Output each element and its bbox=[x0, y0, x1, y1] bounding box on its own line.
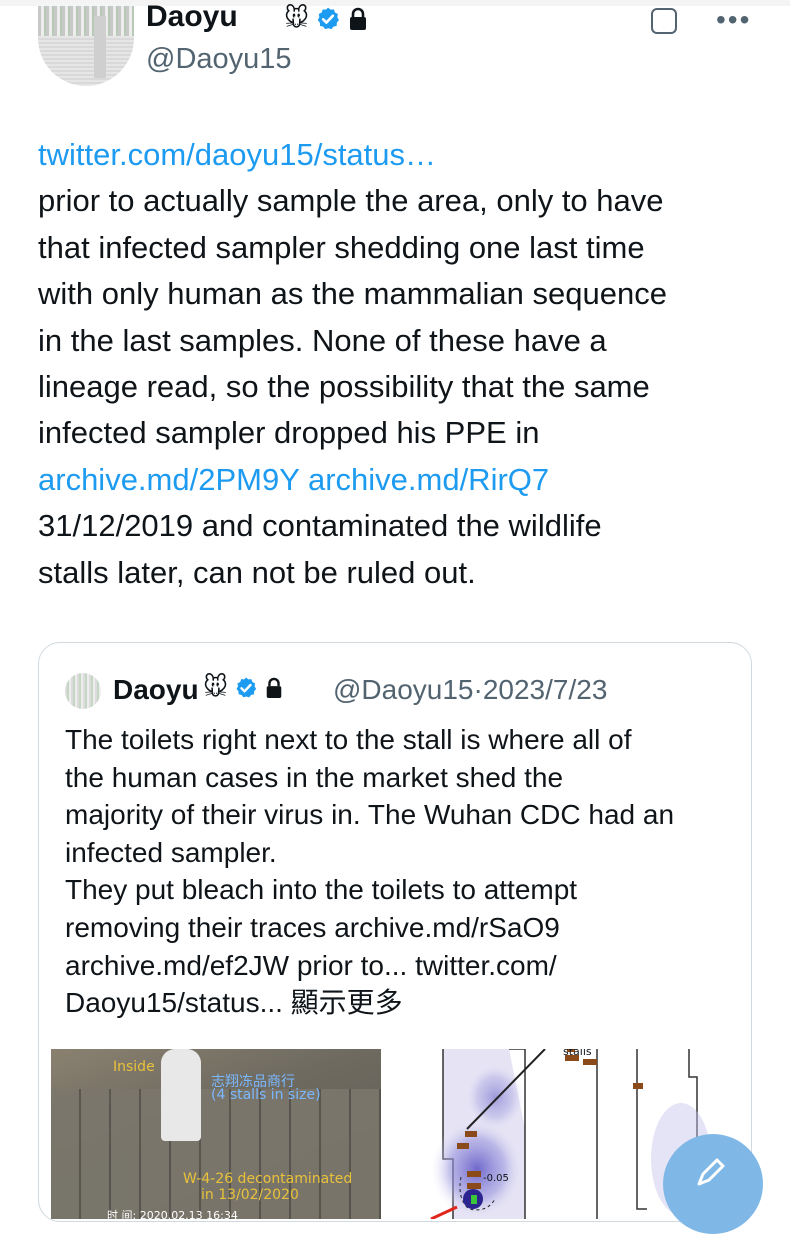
author-handle[interactable]: @Daoyu15 bbox=[146, 42, 292, 76]
mouse-emoji: 🐭 bbox=[284, 5, 310, 32]
photo-label-decon: W-4-26 decontaminated bbox=[183, 1171, 353, 1187]
mouse-emoji: 🐭 bbox=[203, 674, 229, 701]
grok-icon[interactable] bbox=[651, 8, 677, 34]
quoted-text-line: infected sampler. bbox=[65, 836, 277, 868]
author-avatar[interactable] bbox=[38, 6, 134, 86]
quoted-author-badges: 🐭 bbox=[203, 675, 284, 701]
post-header: Daoyu 🐭 @Daoyu15 ••• bbox=[0, 0, 790, 110]
post-link[interactable]: archive.md/2PM9Y bbox=[38, 462, 299, 497]
compose-button[interactable] bbox=[663, 1134, 763, 1234]
quoted-text-line: the human cases in the market shed the bbox=[65, 761, 564, 793]
post-link[interactable]: archive.md/RirQ7 bbox=[308, 462, 549, 497]
post-text-line: lineage read, so the possibility that th… bbox=[38, 364, 758, 410]
quoted-media[interactable]: Inside 志翔冻品商行 (4 stalls in size) W-4-26 … bbox=[51, 1049, 739, 1219]
post-text-segment: in the last samples. None of these have … bbox=[38, 322, 607, 358]
post-link[interactable]: twitter.com/daoyu15/status… bbox=[38, 137, 436, 172]
photo-label-size: (4 stalls in size) bbox=[211, 1087, 321, 1103]
post-text-line: in the last samples. None of these have … bbox=[38, 318, 758, 364]
post-text-segment: that infected sampler shedding one last … bbox=[38, 229, 645, 265]
quoted-separator: · bbox=[473, 674, 483, 705]
quoted-text-line: majority of their virus in. The Wuhan CD… bbox=[65, 799, 675, 831]
post-text: twitter.com/daoyu15/status… prior to actu… bbox=[38, 132, 758, 596]
quoted-text-line: Daoyu15/status... 顯示更多 bbox=[65, 987, 403, 1019]
quoted-author-handle: @Daoyu15 bbox=[333, 674, 474, 705]
post-text-line: infected sampler dropped his PPE in bbox=[38, 410, 758, 456]
quoted-author-avatar[interactable] bbox=[65, 673, 101, 709]
author-display-name[interactable]: Daoyu bbox=[146, 0, 238, 34]
quoted-meta: @Daoyu15·2023/7/23 bbox=[333, 673, 607, 707]
quoted-text-line: The toilets right next to the stall is w… bbox=[65, 724, 632, 755]
quoted-text: The toilets right next to the stall is w… bbox=[65, 721, 735, 1022]
lock-icon bbox=[350, 7, 367, 30]
post-text-segment bbox=[299, 462, 308, 497]
compose-icon bbox=[697, 1158, 725, 1186]
post-text-line: that infected sampler shedding one last … bbox=[38, 225, 758, 271]
quoted-text-line: removing their traces archive.md/rSaO9 bbox=[65, 911, 560, 943]
quoted-post[interactable]: Daoyu 🐭 @Daoyu15·2023/7/23 The toilets r… bbox=[38, 642, 752, 1222]
post-text-line: prior to actually sample the area, only … bbox=[38, 178, 758, 224]
post-text-segment: infected sampler dropped his PPE in bbox=[38, 415, 540, 451]
more-icon[interactable]: ••• bbox=[716, 6, 751, 34]
verified-badge-icon[interactable] bbox=[315, 6, 341, 32]
post-text-line: stalls later, can not be ruled out. bbox=[38, 550, 758, 596]
author-badges: 🐭 bbox=[284, 6, 369, 32]
quoted-author-name: Daoyu bbox=[113, 674, 199, 705]
verified-badge-icon bbox=[236, 677, 257, 698]
photo-person bbox=[161, 1049, 201, 1141]
post-text-line: 31/12/2019 and contaminated the wildlife bbox=[38, 503, 758, 549]
photo-label-decon-date: in 13/02/2020 bbox=[201, 1187, 299, 1203]
quoted-text-line: archive.md/ef2JW prior to... twitter.com… bbox=[65, 949, 557, 981]
post-text-segment: with only human as the mammalian sequenc… bbox=[38, 276, 667, 312]
quoted-text-line: They put bleach into the toilets to atte… bbox=[65, 874, 578, 906]
post-text-segment: prior to actually sample the area, only … bbox=[38, 183, 664, 219]
post-text-line: archive.md/2PM9Y archive.md/RirQ7 bbox=[38, 457, 758, 503]
photo-label-inside: Inside bbox=[113, 1059, 155, 1075]
post-text-line: twitter.com/daoyu15/status… bbox=[38, 132, 758, 178]
media-photo-toilet[interactable]: Inside 志翔冻品商行 (4 stalls in size) W-4-26 … bbox=[51, 1049, 381, 1219]
photo-timestamp: 时 间: 2020.02.13 16:34 bbox=[107, 1209, 238, 1219]
post-text-segment: stalls later, can not be ruled out. bbox=[38, 554, 476, 590]
lock-icon bbox=[266, 677, 282, 698]
quoted-date: 2023/7/23 bbox=[482, 674, 608, 705]
post-text-segment: 31/12/2019 and contaminated the wildlife bbox=[38, 508, 602, 544]
post-text-segment: lineage read, so the possibility that th… bbox=[38, 369, 650, 405]
heatmap-label-contour: -0.05 bbox=[483, 1173, 509, 1184]
heatmap-label-stalls: stalls bbox=[563, 1049, 592, 1058]
post-text-line: with only human as the mammalian sequenc… bbox=[38, 271, 758, 317]
